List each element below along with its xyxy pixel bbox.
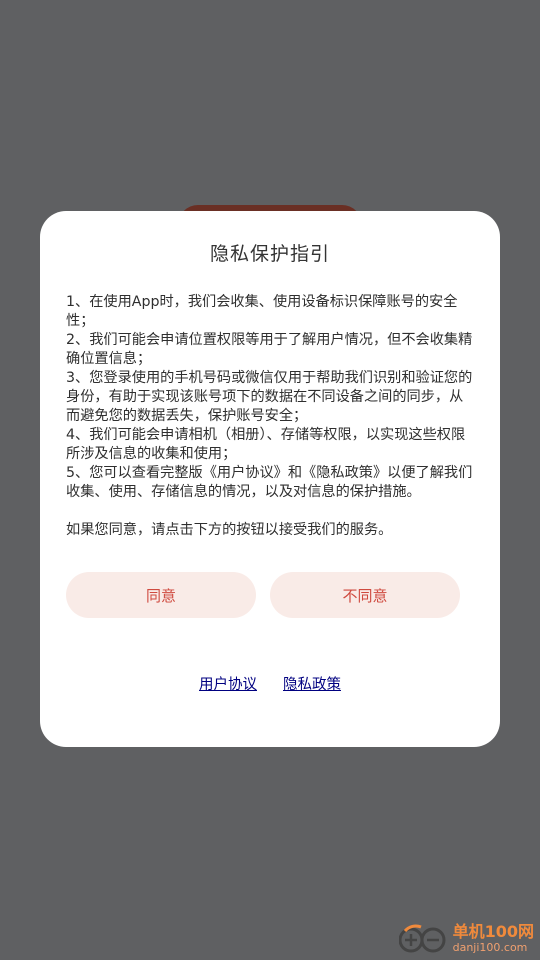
privacy-item-4: 4、我们可能会申请相机（相册）、存储等权限，以实现这些权限所涉及信息的收集和使用…	[66, 427, 466, 462]
agree-button[interactable]: 同意	[66, 572, 256, 618]
privacy-policy-link[interactable]: 隐私政策	[283, 673, 341, 694]
watermark-name: 单机100网	[452, 921, 534, 941]
site-watermark: 单机100网 danji100.com	[398, 921, 534, 954]
privacy-item-1: 1、在使用App时，我们会收集、使用设备标识保障账号的安全性；	[66, 294, 458, 329]
user-agreement-link[interactable]: 用户协议	[199, 673, 257, 694]
privacy-dialog: 隐私保护指引 1、在使用App时，我们会收集、使用设备标识保障账号的安全性； 2…	[40, 211, 500, 747]
disagree-button[interactable]: 不同意	[270, 572, 460, 618]
dialog-title: 隐私保护指引	[209, 243, 330, 265]
watermark-text: 单机100网 danji100.com	[452, 921, 534, 954]
watermark-domain: danji100.com	[452, 940, 528, 954]
dialog-body: 1、在使用App时，我们会收集、使用设备标识保障账号的安全性； 2、我们可能会申…	[66, 293, 476, 540]
watermark-logo-icon	[398, 922, 447, 954]
policy-links: 用户协议 隐私政策	[40, 673, 500, 694]
privacy-item-3: 3、您登录使用的手机号码或微信仅用于帮助我们识别和验证您的身份，有助于实现该账号…	[66, 370, 473, 424]
closing-text: 如果您同意，请点击下方的按钮以接受我们的服务。	[66, 522, 393, 538]
privacy-item-5: 5、您可以查看完整版《用户协议》和《隐私政策》以便了解我们收集、使用、存储信息的…	[66, 465, 473, 500]
privacy-item-2: 2、我们可能会申请位置权限等用于了解用户情况，但不会收集精确位置信息；	[66, 332, 473, 367]
